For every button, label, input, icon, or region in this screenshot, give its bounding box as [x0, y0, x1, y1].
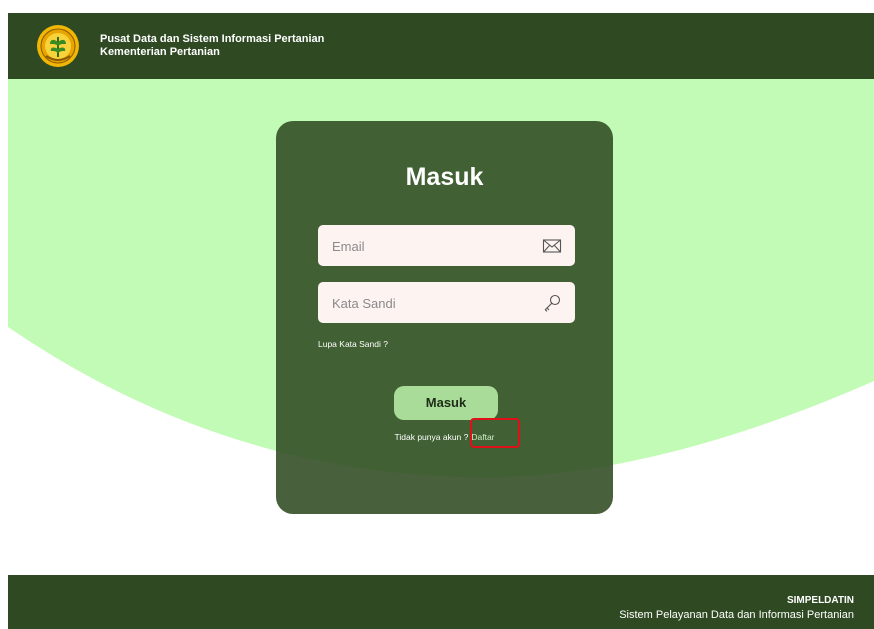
footer: SIMPELDATIN Sistem Pelayanan Data dan In… — [8, 575, 874, 629]
app-frame: Pusat Data dan Sistem Informasi Pertania… — [8, 13, 874, 629]
footer-description: Sistem Pelayanan Data dan Informasi Pert… — [619, 609, 854, 621]
envelope-icon — [542, 239, 562, 253]
top-header: Pusat Data dan Sistem Informasi Pertania… — [8, 13, 874, 79]
org-name-line2: Kementerian Pertanian — [100, 46, 220, 58]
password-input[interactable] — [330, 282, 534, 325]
key-icon — [544, 294, 561, 312]
footer-brand: SIMPELDATIN — [786, 595, 854, 606]
login-card: Masuk Lupa Kata Sandi ? Masuk Tidak puny… — [276, 121, 613, 514]
register-highlight-box — [470, 418, 520, 448]
org-name: Pusat Data dan Sistem Informasi Pertania… — [100, 33, 324, 59]
org-name-line1: Pusat Data dan Sistem Informasi Pertania… — [100, 33, 325, 45]
email-field[interactable] — [318, 225, 575, 268]
password-field[interactable] — [318, 282, 575, 325]
no-account-text: Tidak punya akun ? — [394, 432, 469, 442]
email-input[interactable] — [330, 225, 534, 268]
login-button[interactable]: Masuk — [394, 386, 498, 420]
ministry-emblem-icon — [37, 25, 79, 67]
login-title: Masuk — [405, 163, 484, 191]
register-prompt: Tidak punya akun ? Daftar — [276, 432, 613, 442]
forgot-password-link[interactable]: Lupa Kata Sandi ? — [318, 339, 388, 349]
